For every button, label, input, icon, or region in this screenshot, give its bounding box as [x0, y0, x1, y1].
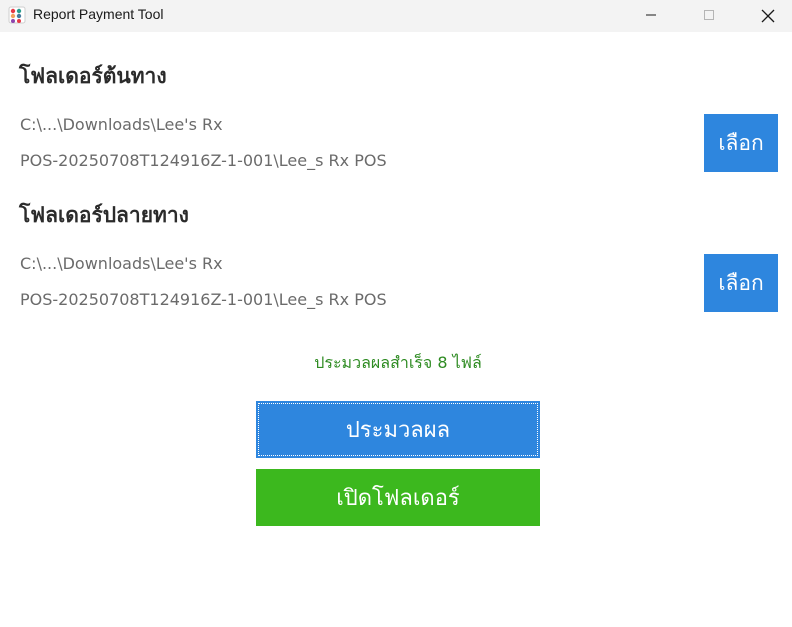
source-folder-heading: โฟลเดอร์ต้นทาง [19, 64, 167, 88]
open-folder-button-label: เปิดโฟลเดอร์ [336, 486, 460, 511]
window-title: Report Payment Tool [33, 6, 164, 22]
source-browse-button[interactable]: เลือก [704, 114, 778, 172]
process-button[interactable]: ประมวลผล [256, 401, 540, 458]
source-path-line2: POS-20250708T124916Z-1-001\Lee_s Rx POS [20, 151, 387, 170]
focus-ring [258, 403, 538, 456]
open-folder-button[interactable]: เปิดโฟลเดอร์ [256, 469, 540, 526]
destination-path-line1: C:\...\Downloads\Lee's Rx [20, 254, 223, 273]
destination-folder-heading: โฟลเดอร์ปลายทาง [19, 203, 189, 227]
close-button[interactable] [744, 0, 790, 32]
maximize-button[interactable] [686, 0, 732, 32]
close-icon [761, 9, 775, 23]
minimize-icon [646, 14, 656, 16]
app-icon [8, 6, 26, 24]
minimize-button[interactable] [628, 0, 674, 32]
status-message: ประมวลผลสำเร็จ 8 ไฟล์ [314, 353, 482, 372]
destination-browse-button[interactable]: เลือก [704, 254, 778, 312]
destination-path-line2: POS-20250708T124916Z-1-001\Lee_s Rx POS [20, 290, 387, 309]
title-bar[interactable]: Report Payment Tool [0, 0, 792, 32]
source-path-line1: C:\...\Downloads\Lee's Rx [20, 115, 223, 134]
maximize-icon [704, 10, 714, 20]
